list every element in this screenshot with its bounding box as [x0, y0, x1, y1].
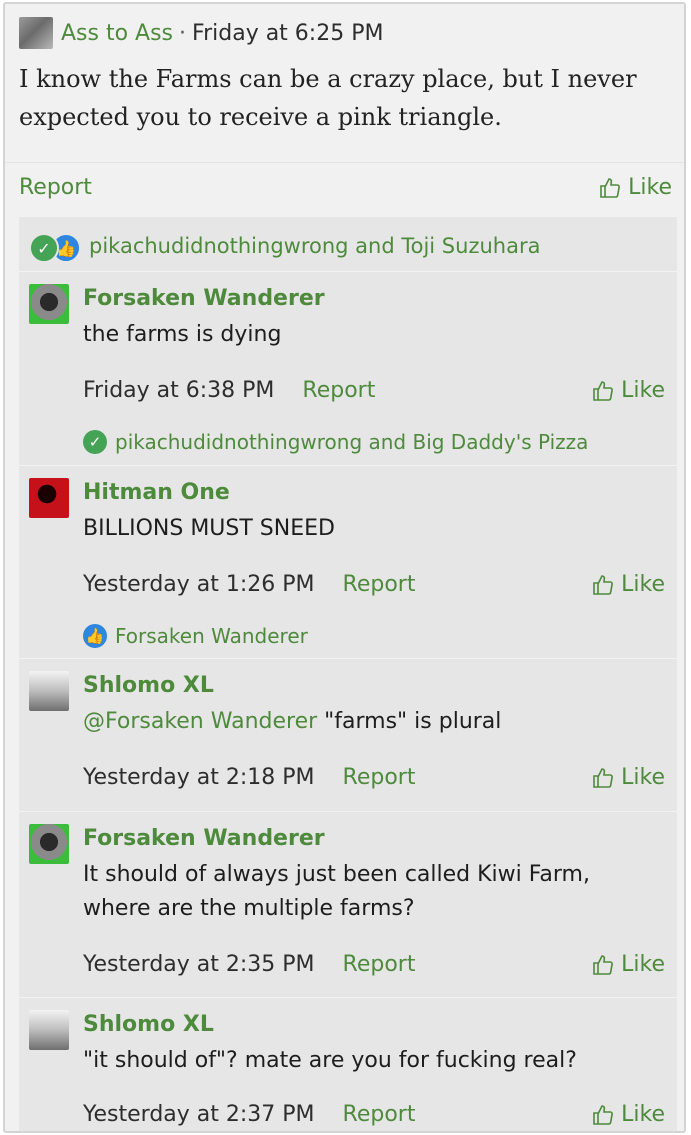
reply-author-link[interactable]: Shlomo XL: [83, 1012, 214, 1037]
thumbs-up-reaction-icon: 👍: [83, 624, 107, 648]
reply-author-link[interactable]: Shlomo XL: [83, 673, 214, 698]
reply-timestamp[interactable]: Yesterday at 1:26 PM: [83, 572, 315, 597]
reactors-list[interactable]: Forsaken Wanderer: [115, 624, 308, 648]
reply-text: BILLIONS MUST SNEED: [83, 516, 335, 541]
reply-reactions-bar[interactable]: 👍 Forsaken Wanderer: [83, 624, 308, 648]
list-item: Shlomo XL "it should of"? mate are you f…: [19, 997, 677, 1131]
reply-meta: Yesterday at 2:18 PM Report: [83, 765, 415, 790]
post-timestamp[interactable]: Friday at 6:25 PM: [192, 21, 383, 46]
list-item: Forsaken Wanderer It should of always ju…: [19, 811, 677, 998]
reply-meta: Yesterday at 2:37 PM Report: [83, 1102, 415, 1127]
like-button[interactable]: Like: [591, 378, 665, 403]
thumbs-up-outline-icon: [593, 380, 614, 401]
report-button[interactable]: Report: [343, 1102, 416, 1127]
avatar[interactable]: [29, 478, 69, 518]
avatar[interactable]: [29, 671, 69, 711]
like-button[interactable]: Like: [598, 175, 672, 200]
like-button[interactable]: Like: [591, 952, 665, 977]
avatar[interactable]: [29, 284, 69, 324]
list-item: Hitman One BILLIONS MUST SNEED Yesterday…: [19, 465, 677, 659]
reactors-list[interactable]: pikachudidnothingwrong and Big Daddy's P…: [115, 430, 588, 454]
reply-timestamp[interactable]: Friday at 6:38 PM: [83, 378, 274, 403]
avatar[interactable]: [29, 1010, 69, 1050]
like-label: Like: [621, 952, 665, 977]
post-actions: Report Like: [5, 162, 684, 219]
like-label: Like: [621, 1102, 665, 1127]
check-reaction-icon: ✓: [83, 430, 107, 454]
thumbs-up-outline-icon: [593, 1104, 614, 1125]
reply-text: It should of always just been called Kiw…: [83, 862, 590, 921]
reply-reactions-bar[interactable]: ✓ pikachudidnothingwrong and Big Daddy's…: [83, 430, 588, 454]
like-button[interactable]: Like: [591, 765, 665, 790]
report-button[interactable]: Report: [343, 952, 416, 977]
comments-section: ✓ 👍 pikachudidnothingwrong and Toji Suzu…: [19, 217, 677, 1131]
report-button[interactable]: Report: [343, 572, 416, 597]
thumbs-up-outline-icon: [593, 574, 614, 595]
reply-author-link[interactable]: Hitman One: [83, 480, 230, 505]
reply-author-link[interactable]: Forsaken Wanderer: [83, 826, 325, 851]
reaction-icons: ✓ 👍: [29, 231, 85, 263]
thumbs-up-outline-icon: [600, 177, 621, 198]
list-item: Forsaken Wanderer the farms is dying Fri…: [19, 271, 677, 466]
report-button[interactable]: Report: [19, 175, 92, 200]
reply-timestamp[interactable]: Yesterday at 2:18 PM: [83, 765, 315, 790]
reply-text-content: "farms" is plural: [317, 709, 502, 734]
post-body: I know the Farms can be a crazy place, b…: [19, 65, 637, 131]
post-reactions-bar[interactable]: ✓ 👍 pikachudidnothingwrong and Toji Suzu…: [29, 231, 540, 263]
reply-text: the farms is dying: [83, 322, 282, 347]
reply-meta: Yesterday at 2:35 PM Report: [83, 952, 415, 977]
like-label: Like: [621, 378, 665, 403]
like-button[interactable]: Like: [591, 572, 665, 597]
like-button[interactable]: Like: [591, 1102, 665, 1127]
post-author-link[interactable]: Ass to Ass: [61, 21, 173, 46]
thumbs-up-outline-icon: [593, 767, 614, 788]
check-reaction-icon: ✓: [29, 233, 59, 263]
reactors-list[interactable]: pikachudidnothingwrong and Toji Suzuhara: [89, 234, 540, 258]
like-label: Like: [628, 175, 672, 200]
report-button[interactable]: Report: [302, 378, 375, 403]
thumbs-up-outline-icon: [593, 954, 614, 975]
like-label: Like: [621, 765, 665, 790]
profile-post: Ass to Ass · Friday at 6:25 PM I know th…: [3, 2, 686, 1133]
list-item: Shlomo XL @Forsaken Wanderer "farms" is …: [19, 658, 677, 812]
like-label: Like: [621, 572, 665, 597]
reply-text: @Forsaken Wanderer "farms" is plural: [83, 705, 663, 739]
reply-timestamp[interactable]: Yesterday at 2:35 PM: [83, 952, 315, 977]
avatar[interactable]: [29, 824, 69, 864]
reply-author-link[interactable]: Forsaken Wanderer: [83, 286, 325, 311]
separator-dot: ·: [179, 20, 187, 46]
reply-text: "it should of"? mate are you for fucking…: [83, 1048, 577, 1073]
post-header: Ass to Ass · Friday at 6:25 PM: [19, 17, 383, 49]
avatar[interactable]: [19, 17, 53, 49]
reply-meta: Yesterday at 1:26 PM Report: [83, 572, 415, 597]
mention-link[interactable]: @Forsaken Wanderer: [83, 709, 317, 734]
reply-timestamp[interactable]: Yesterday at 2:37 PM: [83, 1102, 315, 1127]
reply-meta: Friday at 6:38 PM Report: [83, 378, 375, 403]
report-button[interactable]: Report: [343, 765, 416, 790]
